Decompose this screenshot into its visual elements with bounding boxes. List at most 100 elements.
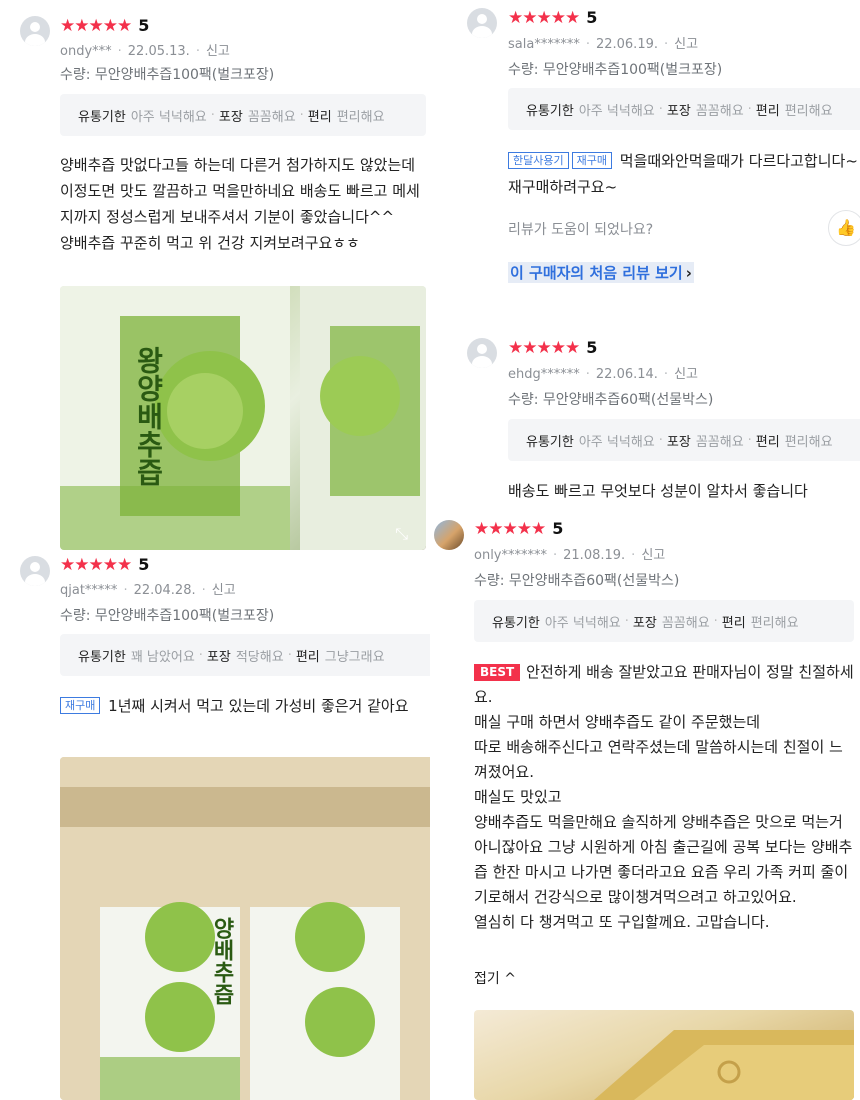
tag-key: 유통기한 [526,103,574,119]
review-meta: only******* · 21.08.19. · 신고 [474,548,666,563]
helpful-prompt: 리뷰가 도움이 되었나요? [508,222,654,238]
tag-value: 편리해요 [784,103,833,119]
evaluation-tags: 유통기한 아주 넉넉해요 · 포장 꼼꼼해요 · 편리 편리해요 [508,88,860,130]
tag-value: 꼼꼼해요 [695,103,744,119]
rating-score: 5 [552,519,564,538]
tag-key: 유통기한 [492,615,540,631]
tag-key: 편리 [721,615,746,631]
tag-value: 편리해요 [336,109,385,125]
tag-value: 그냥그래요 [324,649,385,665]
purchase-option: 수량: 무안양배추즙100팩(벌크포장) [60,608,275,624]
tag-key: 포장 [632,615,657,631]
tag-key: 포장 [666,434,691,450]
stars-icon: ★★★★★ [474,518,546,539]
stars-icon: ★★★★★ [508,7,580,28]
tag-value: 아주 넉넉해요 [578,103,655,119]
expand-icon[interactable]: ⤡ [395,524,408,544]
rating-score: 5 [586,338,598,357]
review-body: 안전하게 배송 잘받았고요 판매자님이 정말 친절하세요. 매실 구매 하면서 … [474,663,854,931]
best-badge: BEST [474,664,521,681]
gift-box-image [594,1030,854,1100]
review-text: 양배추즙 맛없다고들 하는데 다른거 첨가하지도 않았는데 이정도면 맛도 깔끔… [60,156,420,252]
review-text: 한달사용기 재구매 먹을때와안먹을때가 다르다고합니다~재구매하려구요~ [508,148,860,200]
report-link[interactable]: 신고 [641,548,665,563]
username: ondy*** [60,44,112,59]
review-photo[interactable]: 왕양배추즙 ⤡ [60,286,426,550]
rating-score: 5 [586,8,598,27]
evaluation-tags: 유통기한 아주 넉넉해요 · 포장 꼼꼼해요 · 편리 편리해요 [474,600,854,642]
star-rating: ★★★★★ 5 [60,16,149,35]
tag-value: 편리해요 [784,434,833,450]
stars-icon: ★★★★★ [60,15,132,36]
review-text: BEST 안전하게 배송 잘받았고요 판매자님이 정말 친절하세요. 매실 구매 … [474,660,856,935]
evaluation-tags: 유통기한 아주 넉넉해요 · 포장 꼼꼼해요 · 편리 편리해요 [60,94,426,136]
tag-key: 유통기한 [526,434,574,450]
photo-label: 왕양배추즙 [132,346,165,486]
rating-score: 5 [138,555,150,574]
evaluation-tags: 유통기한 꽤 남았어요 · 포장 적당해요 · 편리 그냥그래요 [60,634,438,676]
review-meta: sala******* · 22.06.19. · 신고 [508,37,699,52]
first-review-link[interactable]: 이 구매자의 처음 리뷰 보기 › [508,262,694,283]
review-text: 배송도 빠르고 무엇보다 성분이 알차서 좋습니다 [508,482,808,500]
stars-icon: ★★★★★ [60,554,132,575]
review-meta: qjat***** · 22.04.28. · 신고 [60,583,236,598]
report-link[interactable]: 신고 [206,44,230,59]
purchase-option: 수량: 무안양배추즙100팩(벌크포장) [508,62,723,78]
thumbs-up-icon[interactable]: 👍 [828,210,860,246]
collapse-button[interactable]: 접기 ^ [474,968,516,988]
tag-value: 꼼꼼해요 [247,109,296,125]
report-link[interactable]: 신고 [674,37,698,52]
review-card: ★★★★★ 5 qjat***** · 22.04.28. · 신고 수량: 무안양배추… [0,550,445,1100]
review-card: ★★★★★ 5 ehdg****** · 22.06.14. · 신고 수량: 무안양배… [445,330,860,512]
rating-score: 5 [138,16,150,35]
tag-value: 꽤 남았어요 [130,649,195,665]
report-link[interactable]: 신고 [212,583,236,598]
tag-key: 포장 [218,109,243,125]
avatar-icon [20,16,50,46]
evaluation-tags: 유통기한 아주 넉넉해요 · 포장 꼼꼼해요 · 편리 편리해요 [508,419,860,461]
star-rating: ★★★★★ 5 [508,8,597,27]
product-pouch-image [60,286,426,550]
tag-value: 편리해요 [750,615,799,631]
username: ehdg****** [508,367,580,382]
username: qjat***** [60,583,118,598]
purchase-option: 수량: 무안양배추즙100팩(벌크포장) [60,67,275,83]
tag-key: 유통기한 [78,109,126,125]
review-meta: ondy*** · 22.05.13. · 신고 [60,44,230,59]
review-date: 21.08.19. [563,548,626,563]
review-text: 재구매 1년째 시켜서 먹고 있는데 가성비 좋은거 같아요 [60,693,440,719]
first-review-link-label: 이 구매자의 처음 리뷰 보기 [510,264,683,282]
tag-key: 편리 [755,103,780,119]
review-card: ★★★★★ 5 sala******* · 22.06.19. · 신고 수량: 무안양… [445,0,860,300]
review-photo[interactable] [474,1010,854,1100]
review-date: 22.05.13. [127,44,190,59]
avatar-icon [467,8,497,38]
star-rating: ★★★★★ 5 [508,338,597,357]
username: sala******* [508,37,580,52]
review-meta: ehdg****** · 22.06.14. · 신고 [508,367,698,382]
review-card: ★★★★★ 5 only******* · 21.08.19. · 신고 수량: 무안양… [430,512,860,1100]
tag-value: 아주 넉넉해요 [544,615,621,631]
tag-key: 편리 [755,434,780,450]
star-rating: ★★★★★ 5 [474,519,563,538]
purchase-option: 수량: 무안양배추즙60팩(선물박스) [474,573,680,589]
avatar-photo [434,520,464,550]
review-photo[interactable]: 양배추즙 [60,757,438,1100]
avatar-icon [467,338,497,368]
review-card: ★★★★★ 5 ondy*** · 22.05.13. · 신고 수량: 무안양배추즙1… [0,0,445,550]
badge-monthly: 한달사용기 [508,152,569,169]
tag-value: 적당해요 [235,649,284,665]
review-date: 22.06.14. [595,367,658,382]
tag-key: 유통기한 [78,649,126,665]
review-date: 22.06.19. [595,37,658,52]
report-link[interactable]: 신고 [674,367,698,382]
chevron-right-icon: › [685,264,692,282]
tag-key: 포장 [206,649,231,665]
review-body: 1년째 시켜서 먹고 있는데 가성비 좋은거 같아요 [108,697,409,715]
tag-key: 편리 [307,109,332,125]
avatar-icon [20,556,50,586]
tag-value: 아주 넉넉해요 [578,434,655,450]
star-rating: ★★★★★ 5 [60,555,149,574]
username: only******* [474,548,547,563]
box-of-pouches-image [60,757,438,1100]
